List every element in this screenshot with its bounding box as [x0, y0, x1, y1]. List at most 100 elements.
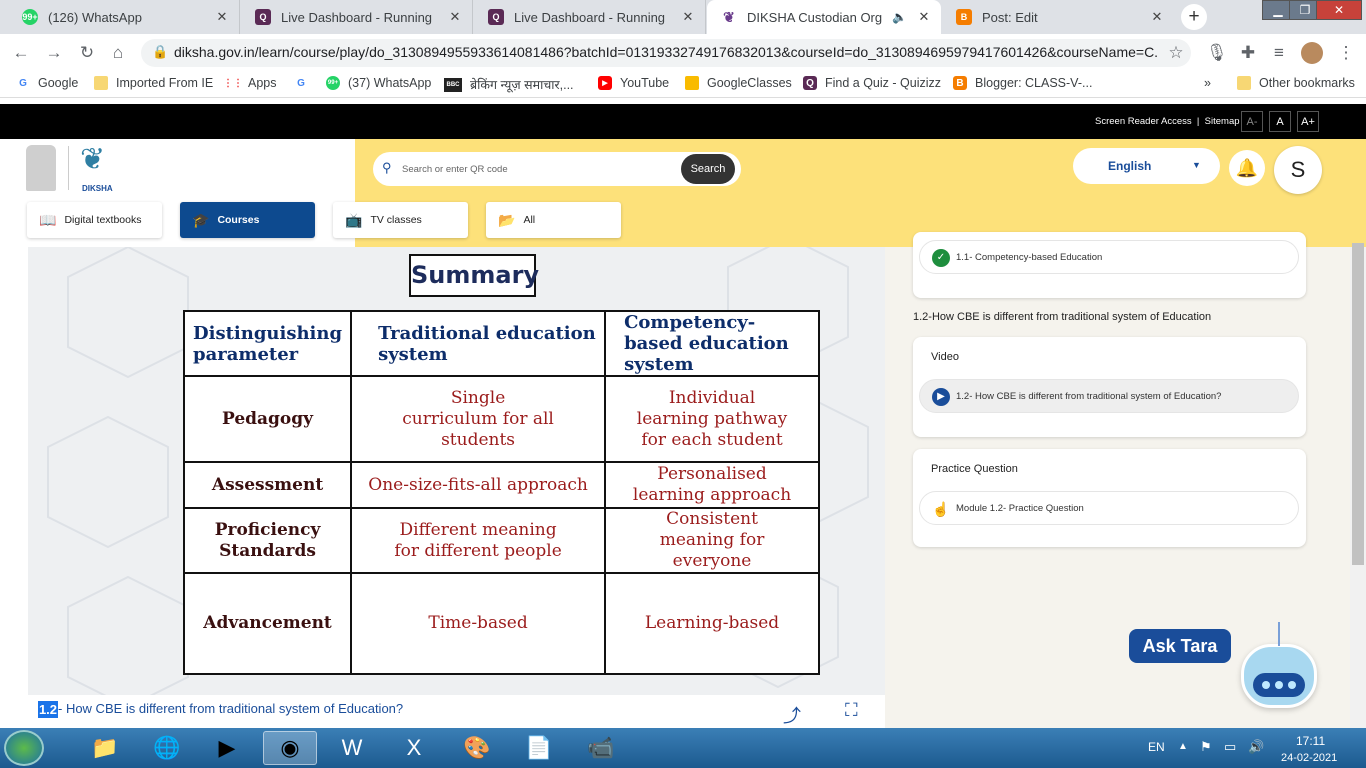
toc-item-current-video[interactable]: ▶ 1.2- How CBE is different from traditi… [919, 379, 1299, 413]
font-normal-button[interactable]: A [1269, 111, 1291, 132]
close-icon[interactable]: ✕ [446, 9, 464, 25]
table-row: Pedagogy Single curriculum for all stude… [182, 375, 820, 463]
emblem-logo [26, 145, 56, 191]
bookmark-blogger[interactable]: B Blogger: CLASS-V-... [953, 76, 1092, 90]
zoom-video-icon[interactable]: 📹 [574, 731, 628, 765]
bbc-icon: BBC [444, 77, 462, 92]
robot-antenna [1278, 622, 1292, 646]
media-player-icon[interactable]: ▶ [200, 731, 254, 765]
extensions-icon[interactable]: ✚ [1238, 43, 1258, 63]
play-icon: ▶ [932, 388, 950, 406]
diksha-icon: ❦ [721, 9, 737, 25]
ask-tara-button[interactable]: Ask Tara [1129, 629, 1231, 663]
paint-icon[interactable]: 🎨 [450, 731, 504, 765]
nav-courses[interactable]: 🎓 Courses [180, 202, 315, 238]
home-icon[interactable]: ⌂ [108, 43, 128, 63]
font-decrease-button[interactable]: A- [1241, 111, 1263, 132]
notification-bell-icon[interactable]: 🔔 [1229, 150, 1265, 186]
row-cbe: Consistent meaning for everyone [604, 507, 820, 574]
action-center-icon[interactable]: ⚑ [1200, 739, 1212, 755]
bookmark-quizizz[interactable]: Q Find a Quiz - Quizizz [803, 76, 941, 90]
volume-icon[interactable]: 🔊 [1248, 739, 1264, 755]
bookmark-googleclasses[interactable]: GoogleClasses [685, 76, 792, 90]
bookmark-star-icon[interactable]: ☆ [1166, 43, 1186, 63]
row-traditional: Time-based [350, 572, 607, 675]
screen-reader-sitemap-links[interactable]: Screen Reader Access | Sitemap [1095, 116, 1240, 127]
new-tab-button[interactable]: + [1181, 4, 1207, 30]
robot-eye [1275, 681, 1283, 689]
media-controls-icon[interactable]: ≡ [1269, 43, 1289, 63]
robot-eye [1262, 681, 1270, 689]
microphone-icon[interactable]: 🎙 [1206, 43, 1228, 63]
toc-item-completed[interactable]: ✓ 1.1- Competency-based Education [919, 240, 1299, 274]
document-icon[interactable]: 📄 [512, 731, 566, 765]
bookmark-apps[interactable]: ⋮⋮ Apps [223, 76, 277, 90]
lock-icon[interactable]: 🔒 [152, 44, 168, 60]
close-icon[interactable]: ✕ [679, 9, 697, 25]
share-icon[interactable]: ⤴ [783, 702, 801, 728]
bookmark-google[interactable]: G Google [16, 76, 78, 90]
bookmarks-overflow-icon[interactable]: » [1204, 76, 1211, 90]
scrollbar-thumb[interactable] [1352, 243, 1364, 565]
quizizz-icon: Q [255, 9, 271, 25]
blogger-icon: B [953, 76, 967, 90]
bookmark-google-2[interactable]: G [294, 76, 316, 90]
file-explorer-icon[interactable]: 📁 [78, 731, 132, 765]
close-icon[interactable]: ✕ [915, 9, 933, 25]
youtube-icon: ▶ [598, 76, 612, 90]
row-traditional: Single curriculum for all students [350, 375, 607, 463]
toc-section-title: 1.2-How CBE is different from traditiona… [913, 311, 1212, 323]
bookmark-youtube[interactable]: ▶ YouTube [598, 76, 669, 90]
reload-icon[interactable]: ↻ [77, 43, 97, 63]
url-text[interactable]: diksha.gov.in/learn/course/play/do_31308… [174, 44, 1159, 60]
network-icon[interactable]: ▭ [1224, 739, 1236, 755]
bookmark-imported[interactable]: Imported From IE [94, 76, 213, 90]
clock-time[interactable]: 17:11 [1296, 734, 1325, 748]
back-icon[interactable]: ← [11, 43, 31, 63]
fullscreen-icon[interactable]: ⛶ [845, 700, 858, 721]
table-row: Assessment One-size-fits-all approach Pe… [182, 461, 820, 509]
row-param: Pedagogy [182, 375, 353, 463]
tab-whatsapp[interactable]: 99+ (126) WhatsApp ✕ [8, 0, 240, 34]
bookmark-whatsapp[interactable]: 99+ (37) WhatsApp [326, 76, 431, 90]
touch-icon: ☝ [932, 501, 950, 517]
table-header-row: Distinguishing parameter Traditional edu… [182, 310, 820, 377]
diksha-logo[interactable]: ❦ [80, 142, 105, 177]
tab-live-dashboard-2[interactable]: Q Live Dashboard - Running ✕ [474, 0, 706, 34]
header-traditional: Traditional education system [350, 310, 607, 377]
excel-icon[interactable]: X [387, 731, 441, 765]
nav-all[interactable]: 📂 All [486, 202, 621, 238]
menu-kebab-icon[interactable]: ⋮ [1336, 43, 1356, 63]
content-number: 1.2 [38, 701, 58, 718]
toc-item-practice[interactable]: ☝ Module 1.2- Practice Question [919, 491, 1299, 525]
clock-date[interactable]: 24-02-2021 [1281, 752, 1337, 764]
row-cbe: Personalised learning approach [604, 461, 820, 509]
tab-post-edit[interactable]: B Post: Edit ✕ [942, 0, 1174, 34]
row-traditional: Different meaning for different people [350, 507, 607, 574]
language-indicator[interactable]: EN [1148, 740, 1165, 754]
brand-name: DIKSHA [82, 184, 113, 193]
bookmark-bbc-hindi[interactable]: BBC ब्रेकिंग न्यूज़ समाचार,... [444, 76, 574, 93]
chrome-icon[interactable]: ◉ [263, 731, 317, 765]
close-icon[interactable]: ✕ [1148, 9, 1166, 25]
font-increase-button[interactable]: A+ [1297, 111, 1319, 132]
tab-diksha[interactable]: ❦ DIKSHA Custodian Org 🔈 ✕ [707, 0, 941, 34]
word-icon[interactable]: W [325, 731, 379, 765]
nav-digital-textbooks[interactable]: 📖 Digital textbooks [27, 202, 162, 238]
row-param: Proficiency Standards [182, 507, 353, 574]
close-icon[interactable]: ✕ [213, 9, 231, 25]
window-close-button[interactable]: ✕ [1316, 0, 1362, 20]
logo-divider [68, 146, 69, 190]
tray-overflow-icon[interactable]: ▲ [1178, 741, 1188, 752]
search-button[interactable]: Search [681, 154, 735, 184]
tab-live-dashboard-1[interactable]: Q Live Dashboard - Running ✕ [241, 0, 473, 34]
forward-icon[interactable]: → [44, 43, 64, 63]
speaker-icon[interactable]: 🔈 [892, 10, 907, 24]
nav-tv-classes[interactable]: 📺 TV classes [333, 202, 468, 238]
user-avatar[interactable]: S [1274, 146, 1322, 194]
profile-avatar[interactable] [1301, 42, 1323, 64]
internet-explorer-icon[interactable]: 🌐 [140, 731, 194, 765]
start-button[interactable] [4, 730, 44, 766]
blogger-icon: B [956, 9, 972, 25]
bookmark-other[interactable]: Other bookmarks [1237, 76, 1355, 90]
